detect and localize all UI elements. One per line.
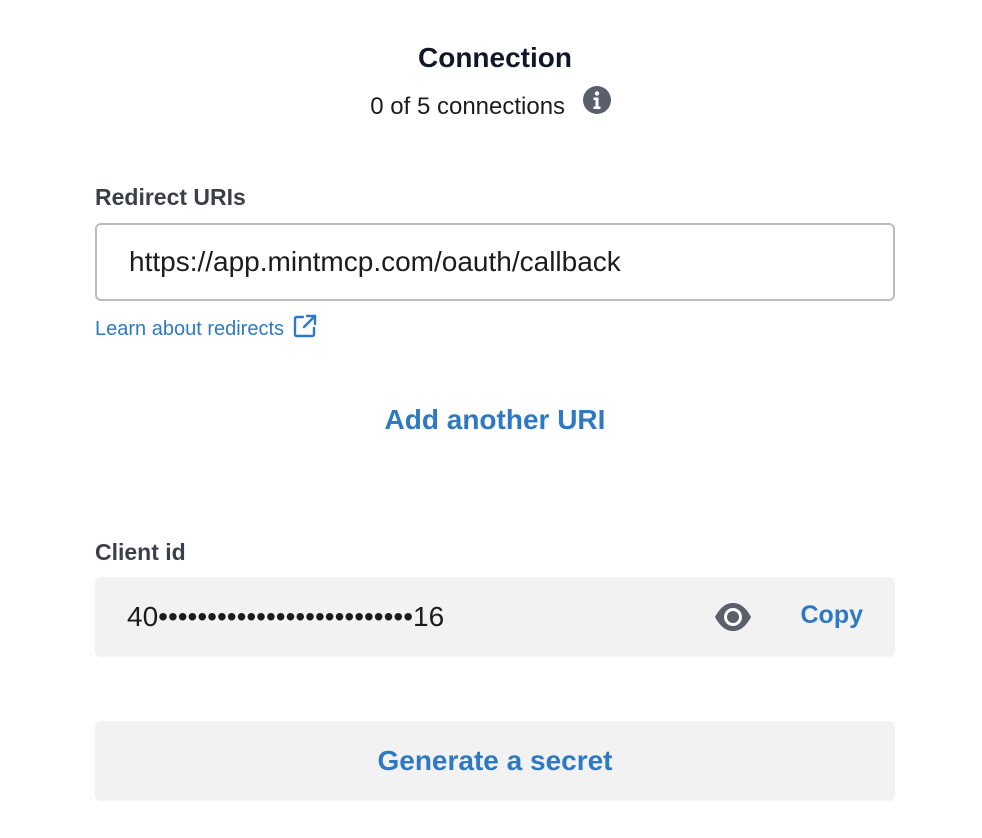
reveal-client-id-button[interactable] <box>713 600 753 634</box>
connection-count-row: 0 of 5 connections <box>0 85 982 121</box>
eye-icon <box>715 603 751 631</box>
connection-title: Connection <box>418 42 572 73</box>
info-circle-icon[interactable] <box>582 85 612 115</box>
client-id-label: Client id <box>95 539 186 565</box>
redirect-uri-input[interactable] <box>95 223 895 301</box>
add-another-uri-button[interactable]: Add another URI <box>0 404 982 436</box>
redirect-uris-label: Redirect URIs <box>95 184 246 210</box>
learn-about-redirects-link[interactable]: Learn about redirects <box>95 314 318 341</box>
connection-count: 0 of 5 connections <box>370 92 566 120</box>
external-link-icon <box>293 314 317 337</box>
client-id-field: 40••••••••••••••••••••••••••16 Copy <box>95 577 895 657</box>
generate-secret-button[interactable]: Generate a secret <box>95 721 895 801</box>
client-id-value: 40••••••••••••••••••••••••••16 <box>127 601 445 632</box>
learn-about-redirects-label: Learn about redirects <box>95 318 285 340</box>
copy-client-id-button[interactable]: Copy <box>801 601 864 630</box>
